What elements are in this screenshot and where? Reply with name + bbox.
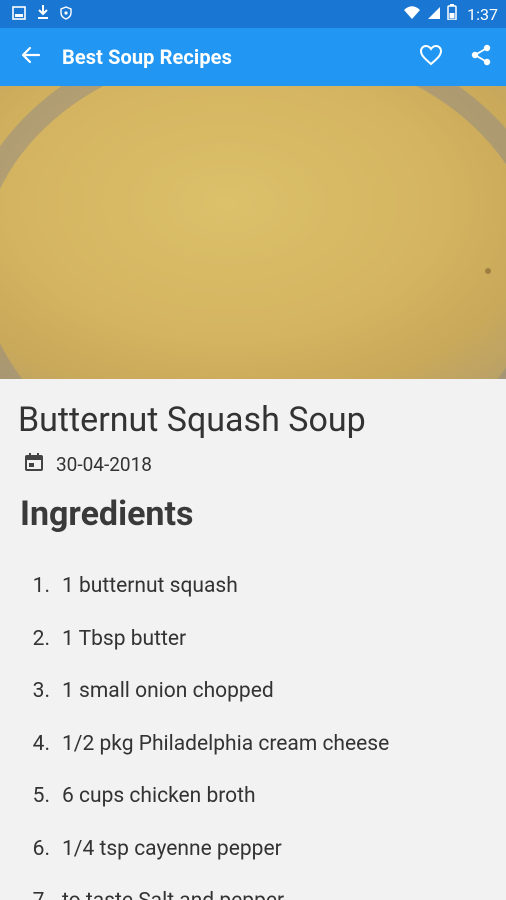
calendar-icon [24, 452, 44, 476]
bowl-rim [0, 86, 506, 379]
ingredients-heading: Ingredients [20, 494, 194, 534]
status-bar: 1:37 [0, 0, 506, 28]
list-item: 4. 1/2 pkg Philadelphia cream cheese [0, 718, 506, 771]
item-text: 1 small onion chopped [62, 679, 274, 704]
item-number: 6. [32, 836, 50, 861]
status-right-icons: 1:37 [403, 4, 498, 24]
item-text: to taste Salt and pepper [62, 889, 506, 900]
ingredients-list: 1. 1 butternut squash 2. 1 Tbsp butter 3. 1… [0, 560, 506, 900]
list-item: 3. 1 small onion chopped [0, 665, 506, 718]
item-text: 1/4 tsp cayenne pepper [62, 836, 282, 861]
heart-outline-icon [419, 44, 443, 70]
item-number: 1. [32, 574, 50, 599]
bubble [485, 268, 491, 274]
signal-icon [427, 5, 441, 24]
list-item: 7.to taste Salt and pepper [0, 875, 506, 900]
app-title: Best Soup Recipes [62, 45, 232, 69]
item-number: 2. [32, 626, 50, 651]
item-number: 4. [32, 731, 50, 756]
list-item: 5. 6 cups chicken broth [0, 770, 506, 823]
wifi-icon [403, 5, 421, 24]
share-button[interactable] [456, 28, 506, 86]
recipe-title: Butternut Squash Soup [18, 400, 366, 440]
item-number: 3. [32, 679, 50, 704]
item-number: 7. [0, 889, 62, 900]
item-text: 6 cups chicken broth [62, 784, 256, 809]
list-item: 1. 1 butternut squash [0, 560, 506, 613]
back-button[interactable] [0, 28, 62, 86]
list-item: 2. 1 Tbsp butter [0, 613, 506, 666]
status-time: 1:37 [467, 4, 498, 24]
battery-icon [447, 4, 457, 24]
share-icon [470, 44, 492, 70]
status-left-icons [12, 4, 72, 24]
list-item: 6. 1/4 tsp cayenne pepper [0, 823, 506, 876]
download-icon [36, 4, 50, 24]
favorite-button[interactable] [406, 28, 456, 86]
recipe-date: 30-04-2018 [56, 452, 152, 476]
gallery-icon [12, 5, 26, 24]
item-number: 5. [32, 784, 50, 809]
soup-photo [0, 86, 506, 379]
item-text: 1 butternut squash [62, 574, 238, 599]
item-text: 1 Tbsp butter [62, 626, 187, 651]
app-bar: Best Soup Recipes [0, 28, 506, 86]
date-row: 30-04-2018 [24, 452, 152, 476]
item-text: 1/2 pkg Philadelphia cream cheese [62, 731, 390, 756]
arrow-back-icon [21, 45, 41, 69]
shield-icon [60, 5, 72, 24]
